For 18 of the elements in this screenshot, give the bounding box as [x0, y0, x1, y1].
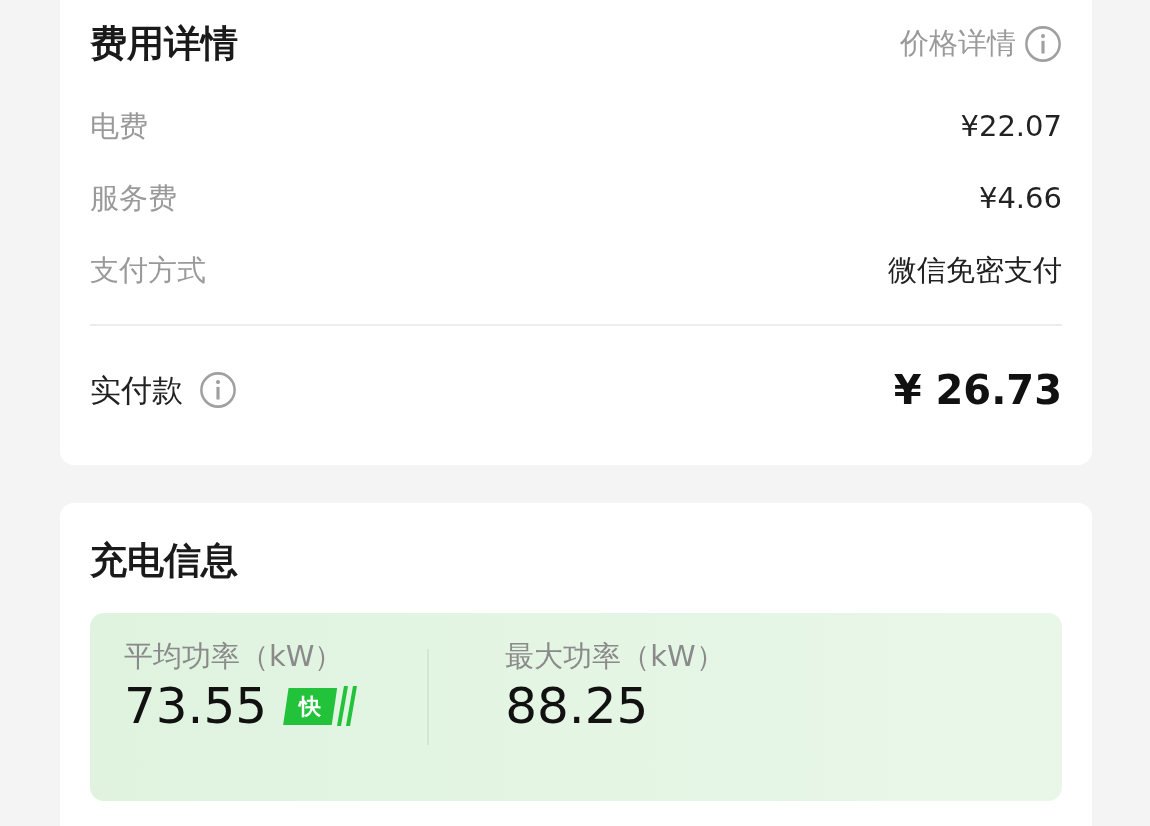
fee-value: 微信免密支付	[888, 251, 1062, 289]
speed-stripes-icon	[337, 686, 358, 727]
metric-label: 最大功率（kW）	[505, 638, 725, 676]
metric-value: 73.55	[124, 678, 268, 734]
fee-label: 电费	[90, 107, 148, 145]
fee-label: 支付方式	[90, 251, 206, 289]
price-details-link[interactable]: 价格详情	[900, 22, 1016, 66]
metric-value: 88.25	[505, 678, 649, 734]
fee-value: ¥4.66	[978, 179, 1062, 217]
info-icon[interactable]	[199, 371, 237, 410]
metric-label: 平均功率（kW）	[124, 638, 345, 676]
section-title: 费用详情	[90, 22, 238, 67]
fee-value: ¥22.07	[960, 107, 1062, 145]
total-label: 实付款	[90, 371, 183, 411]
section-title: 充电信息	[90, 539, 239, 584]
fee-label: 服务费	[90, 179, 177, 217]
info-icon[interactable]	[1024, 25, 1062, 64]
total-amount: ¥ 26.73	[893, 366, 1062, 416]
